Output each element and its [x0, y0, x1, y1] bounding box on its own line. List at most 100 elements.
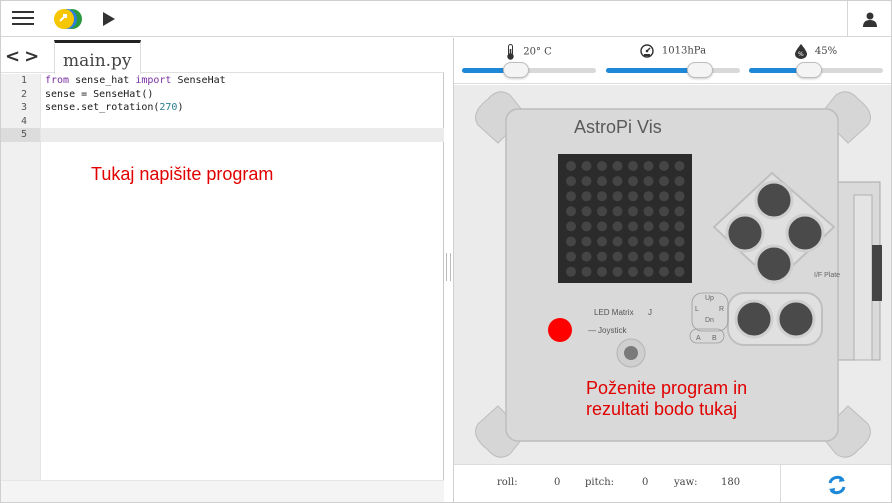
- horizontal-scrollbar[interactable]: [1, 480, 444, 502]
- led-pixel: [674, 176, 685, 187]
- led-pixel: [659, 221, 669, 232]
- code-line[interactable]: sense.set_rotation(270): [41, 101, 444, 115]
- roll-value: 0: [554, 477, 561, 488]
- imu-footer: roll: 0 pitch: 0 yaw: 180: [454, 464, 891, 502]
- temperature-slider[interactable]: [462, 62, 596, 78]
- code-line-active[interactable]: [41, 128, 444, 142]
- led-pixel: [612, 191, 623, 202]
- button-left[interactable]: [725, 213, 765, 253]
- hamburger-menu-icon[interactable]: [12, 11, 34, 27]
- led-pixel: [597, 191, 607, 202]
- led-pixel: [674, 236, 685, 247]
- led-pixel: [643, 176, 654, 187]
- led-pixel: [643, 236, 654, 247]
- user-button[interactable]: [847, 1, 891, 37]
- led-pixel: [566, 191, 576, 202]
- status-led: [548, 318, 572, 342]
- humidity-slider[interactable]: [749, 62, 883, 78]
- code-line[interactable]: sense = SenseHat(): [41, 88, 444, 102]
- led-pixel: [597, 221, 607, 232]
- led-pixel: [566, 266, 576, 277]
- code-line[interactable]: [41, 115, 444, 129]
- slider-thumb[interactable]: [796, 62, 823, 78]
- keyword: from: [45, 75, 70, 86]
- led-pixel: [659, 266, 669, 277]
- pressure-value: 1013hPa: [661, 45, 707, 57]
- led-pixel: [612, 266, 623, 277]
- button-up[interactable]: [754, 180, 794, 220]
- led-pixel: [597, 161, 607, 171]
- editor-tab-bar: <> main.py: [1, 38, 444, 74]
- button-right[interactable]: [785, 213, 825, 253]
- button-down[interactable]: [754, 244, 794, 284]
- led-pixel: [628, 161, 638, 171]
- button-b[interactable]: [776, 299, 816, 339]
- pitch-label: pitch:: [585, 477, 615, 488]
- led-pixel: [643, 191, 654, 202]
- led-pixel: [659, 251, 669, 262]
- code-text: ): [177, 102, 184, 113]
- app-logo-icon[interactable]: [53, 8, 87, 30]
- pressure-control: 1013hPa: [606, 42, 740, 82]
- chevron-left-right-icon[interactable]: <>: [5, 46, 43, 67]
- led-pixel: [597, 266, 607, 277]
- led-pixel: [566, 176, 576, 187]
- line-number: 5: [1, 128, 40, 142]
- led-pixel: [643, 221, 654, 232]
- slider-thumb[interactable]: [686, 62, 713, 78]
- emulator-stage: AstroPi Vis LED Matrix J ― Joystick I/F …: [454, 85, 891, 464]
- led-pixel: [643, 266, 654, 277]
- led-pixel: [566, 161, 576, 171]
- emulator-pane: 20° C 1013hPa % 45% AstroPi Vis LED Matr…: [453, 38, 891, 502]
- led-pixel: [612, 236, 623, 247]
- led-pixel: [659, 176, 669, 187]
- code-text: SenseHat: [171, 75, 226, 86]
- emulator-hint-line: rezultati bodo tukaj: [586, 399, 738, 419]
- code-area[interactable]: from sense_hat import SenseHat sense = S…: [41, 74, 444, 502]
- led-pixel: [628, 236, 638, 247]
- tab-main-py[interactable]: main.py: [54, 40, 141, 74]
- led-pixel: [566, 236, 576, 247]
- led-pixel: [674, 161, 685, 171]
- emulator-hint-line: Poženite program in: [586, 378, 748, 398]
- led-pixel: [581, 161, 592, 171]
- keyword: import: [135, 75, 172, 86]
- led-pixel: [628, 266, 638, 277]
- sensor-controls: 20° C 1013hPa % 45%: [454, 38, 891, 84]
- temperature-value: 20° C: [523, 46, 552, 58]
- editor-hint: Tukaj napišite program: [91, 164, 274, 184]
- svg-text:A: A: [696, 335, 701, 342]
- roll-label: roll:: [497, 477, 518, 488]
- led-pixel: [643, 206, 654, 217]
- slider-fill: [606, 68, 700, 73]
- led-pixel: [612, 221, 623, 232]
- led-pixel: [674, 266, 685, 277]
- pane-resize-handle[interactable]: [446, 253, 451, 281]
- gauge-icon: [640, 44, 654, 58]
- led-pixel: [581, 206, 592, 217]
- led-pixel: [659, 236, 669, 247]
- led-pixel: [628, 176, 638, 187]
- board-title: AstroPi Vis: [574, 117, 662, 137]
- svg-text:%: %: [798, 51, 804, 58]
- thermometer-icon: [507, 44, 514, 60]
- refresh-button[interactable]: [780, 465, 891, 502]
- humidity-control: % 45%: [749, 42, 883, 82]
- svg-text:B: B: [712, 335, 717, 342]
- led-pixel: [581, 176, 592, 187]
- button-a[interactable]: [734, 299, 774, 339]
- led-matrix-label: LED Matrix: [594, 308, 634, 317]
- code-line[interactable]: from sense_hat import SenseHat: [41, 74, 444, 88]
- slider-thumb[interactable]: [502, 62, 529, 78]
- led-pixel: [674, 206, 685, 217]
- joystick-knob: [624, 346, 638, 360]
- pressure-slider[interactable]: [606, 62, 740, 78]
- led-pixel: [628, 251, 638, 262]
- led-pixel: [581, 251, 592, 262]
- app-window: <> main.py 1 2 3 4 5 from sense_hat impo…: [0, 0, 892, 503]
- temperature-control: 20° C: [462, 42, 596, 82]
- line-number-gutter: 1 2 3 4 5: [1, 74, 41, 502]
- humidity-value: 45%: [814, 46, 838, 57]
- play-icon[interactable]: [103, 12, 115, 26]
- svg-text:Up: Up: [705, 295, 714, 302]
